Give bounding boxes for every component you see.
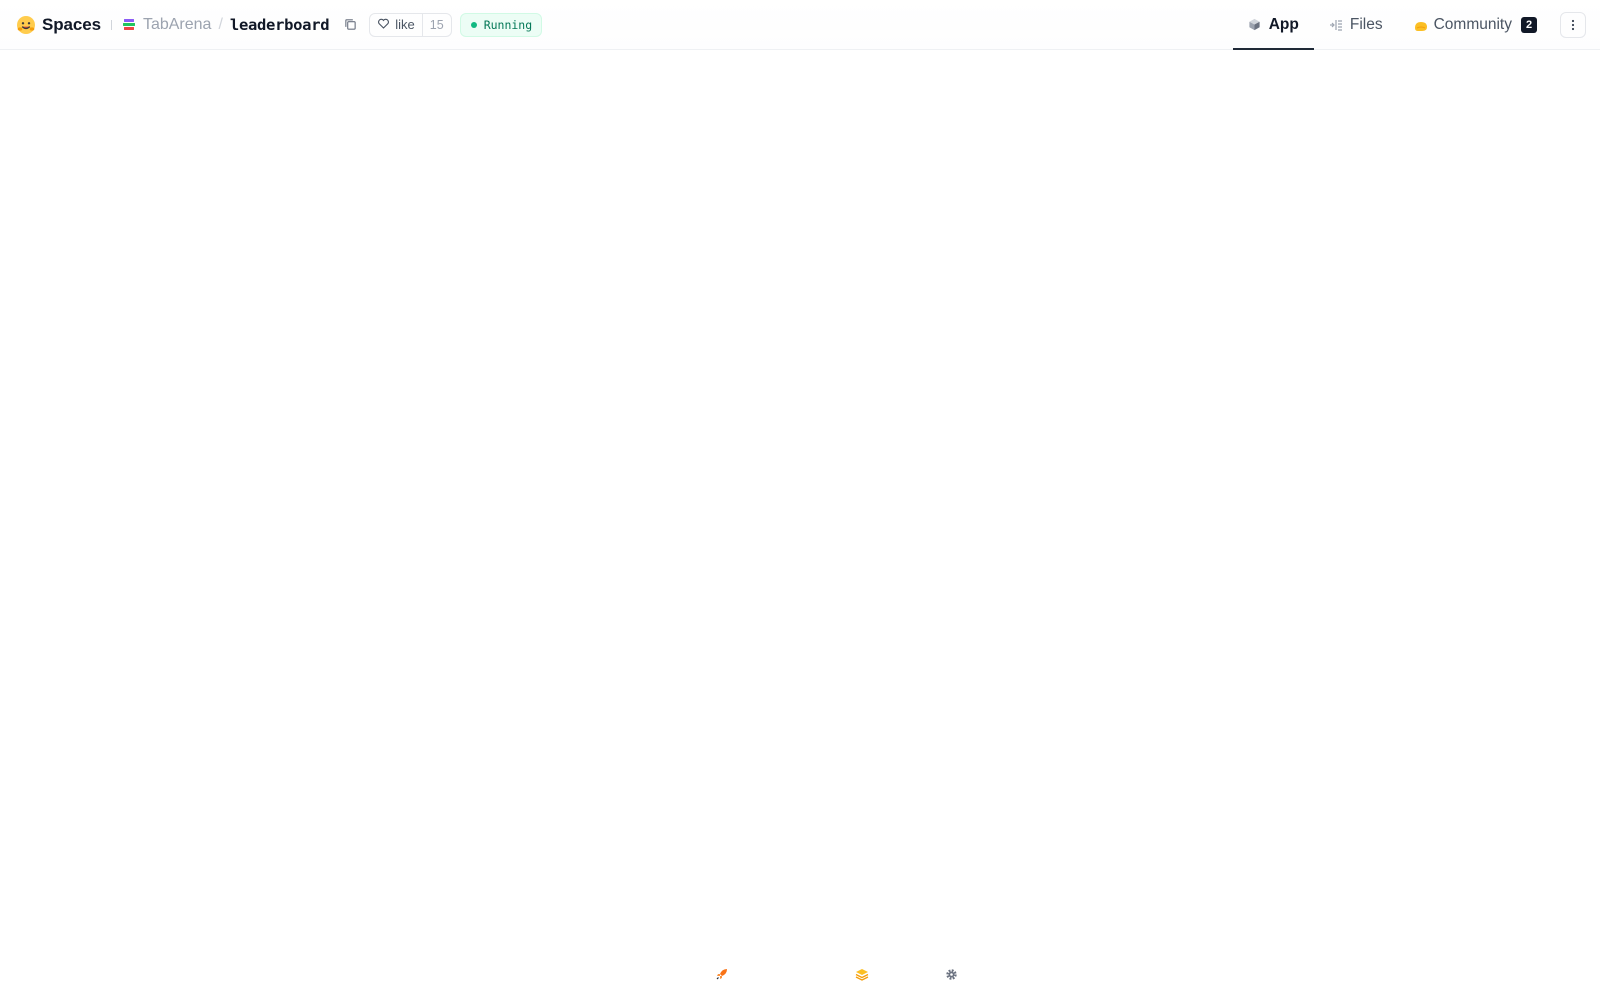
kebab-menu-icon[interactable] — [1560, 11, 1586, 38]
community-count-badge: 2 — [1521, 16, 1537, 33]
heart-icon — [377, 17, 390, 33]
header-left: Spaces TabArena / leaderboard like 15 Ru… — [0, 0, 543, 49]
status-badge: Running — [459, 12, 543, 37]
tab-community-label: Community — [1433, 15, 1512, 33]
copy-icon[interactable] — [341, 16, 359, 34]
cube-icon — [1248, 18, 1262, 32]
files-icon — [1329, 18, 1343, 32]
org-link[interactable]: TabArena — [143, 16, 212, 34]
tab-app[interactable]: App — [1232, 0, 1315, 50]
rocket-icon[interactable] — [715, 967, 729, 981]
status-label: Running — [483, 17, 533, 32]
spaces-label: Spaces — [42, 14, 101, 34]
status-dot-icon — [470, 21, 477, 28]
tab-app-label: App — [1268, 15, 1299, 33]
like-widget: like 15 — [369, 12, 452, 37]
spaces-home-link[interactable]: Spaces — [16, 15, 101, 35]
breadcrumb-separator: / — [218, 15, 223, 33]
app-footer — [0, 965, 1600, 985]
tab-community[interactable]: Community 2 — [1398, 0, 1552, 49]
stack-icon[interactable] — [855, 967, 869, 981]
settings-gear-icon[interactable] — [945, 968, 959, 982]
repo-breadcrumb: TabArena / leaderboard — [122, 16, 359, 34]
divider — [110, 19, 112, 30]
space-header: Spaces TabArena / leaderboard like 15 Ru… — [0, 0, 1600, 50]
tab-files-label: Files — [1349, 15, 1383, 33]
org-avatar-icon — [122, 18, 136, 32]
like-button[interactable]: like — [370, 14, 422, 36]
like-count[interactable]: 15 — [421, 13, 451, 36]
hugging-face-icon — [16, 15, 36, 35]
app-iframe-area[interactable] — [0, 50, 1600, 1000]
community-icon — [1413, 18, 1427, 32]
header-tabs: App Files Community 2 — [1232, 0, 1600, 50]
tab-files[interactable]: Files — [1314, 0, 1398, 49]
repo-name-link[interactable]: leaderboard — [230, 16, 330, 34]
like-label: like — [395, 17, 415, 32]
